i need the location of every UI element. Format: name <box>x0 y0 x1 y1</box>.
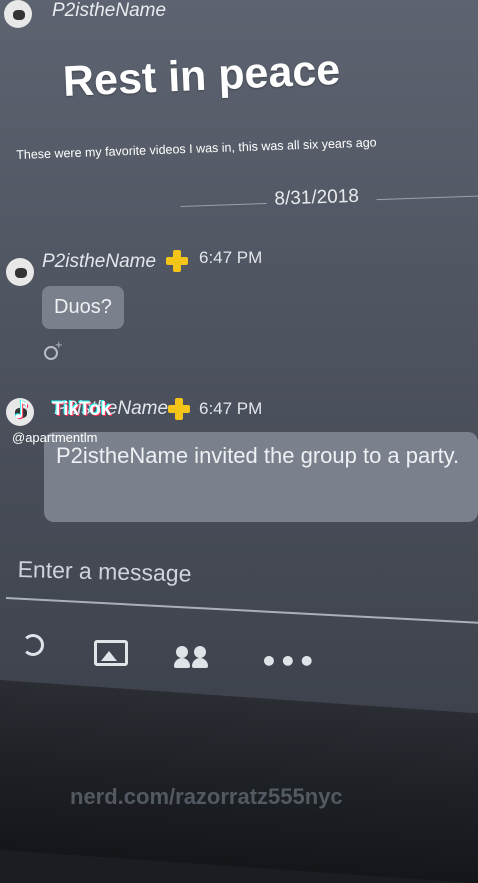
header-avatar[interactable] <box>4 0 32 28</box>
image-icon[interactable] <box>94 640 128 666</box>
message-bubble[interactable]: Duos? <box>42 286 124 329</box>
message-avatar[interactable] <box>6 258 34 286</box>
refresh-icon[interactable] <box>22 634 44 656</box>
person-body <box>192 658 208 668</box>
watermark-text: nerd.com/razorratz555nyc <box>70 784 343 809</box>
input-underline <box>5 597 478 625</box>
message-sender[interactable]: P2istheName <box>42 251 156 273</box>
tiktok-brand: TikTok <box>52 399 112 420</box>
person-body <box>174 658 190 668</box>
overlay-caption: These were my favorite videos I was in, … <box>16 135 377 162</box>
tiktok-handle: @apartmentlm <box>12 430 98 445</box>
chat-screen: P2istheName Rest in peace These were my … <box>0 0 478 740</box>
more-icon[interactable]: ••• <box>260 648 317 676</box>
header-username: P2istheName <box>52 0 167 21</box>
date-label: 8/31/2018 <box>274 185 360 210</box>
add-reaction-icon[interactable] <box>44 340 63 360</box>
divider-line <box>180 202 267 207</box>
tiktok-logo-icon: ♪ <box>14 396 30 424</box>
overlay-title: Rest in peace <box>62 45 342 106</box>
message-bubble[interactable]: P2istheName invited the group to a party… <box>44 432 478 522</box>
person-head <box>194 646 206 658</box>
date-separator: 8/31/2018 <box>180 178 478 216</box>
monitor-bezel <box>0 680 478 883</box>
message-input[interactable]: Enter a message <box>17 556 191 588</box>
person-head <box>176 646 188 658</box>
message-time: 6:47 PM <box>199 399 263 418</box>
divider-line <box>376 195 478 201</box>
message-time: 6:47 PM <box>199 248 263 267</box>
ps-plus-icon <box>168 398 190 420</box>
group-icon[interactable] <box>172 646 212 668</box>
ps-plus-icon <box>166 250 188 272</box>
